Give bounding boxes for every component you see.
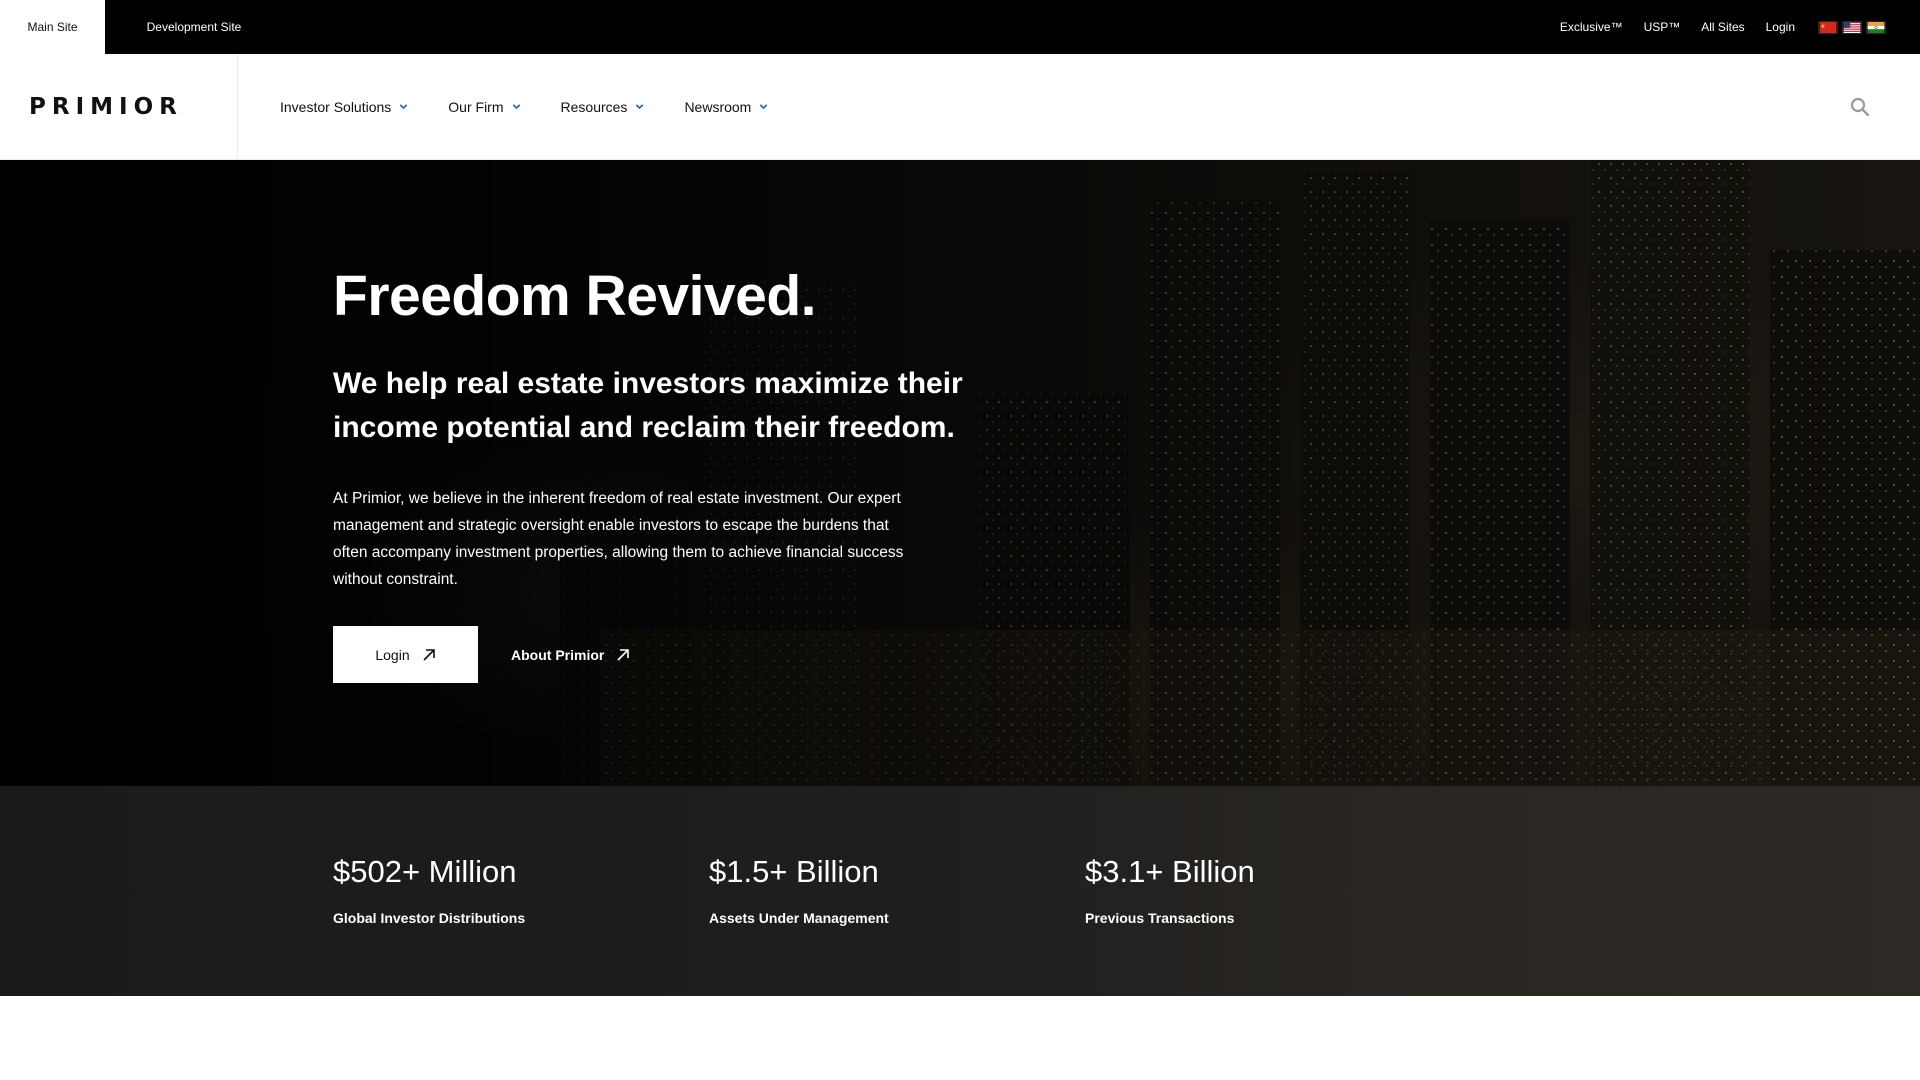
main-site-tab[interactable]: Main Site (0, 0, 105, 54)
nav-item-label: Resources (560, 98, 628, 115)
stat-label: Previous Transactions (1085, 910, 1235, 926)
chevron-down-icon (400, 104, 408, 110)
primior-logo[interactable]: PRIMIOR (0, 53, 238, 160)
chevron-down-icon (636, 104, 644, 110)
nav-item-resources[interactable]: Resources (561, 99, 645, 115)
nav-item-label: Our Firm (448, 98, 504, 115)
nav-item-label: Newsroom (684, 98, 752, 115)
china-flag-icon[interactable] (1818, 20, 1838, 34)
stat-label: Global Investor Distributions (333, 910, 526, 926)
stat-distributions: $502+ Million Global Investor Distributi… (333, 854, 525, 926)
chevron-down-icon (760, 104, 768, 110)
language-flags (1818, 20, 1886, 34)
city-skyline-background (0, 160, 1920, 786)
stat-label: Assets Under Management (709, 910, 889, 926)
development-site-tab[interactable]: Development Site (105, 0, 283, 54)
login-link[interactable]: Login (1766, 20, 1795, 34)
usa-flag-icon[interactable] (1842, 20, 1862, 34)
search-icon[interactable] (1850, 97, 1870, 117)
nav-item-newsroom[interactable]: Newsroom (684, 99, 768, 115)
hero-login-label: Login (375, 646, 410, 663)
nav-menu: Investor Solutions Our Firm Resources Ne… (280, 99, 768, 115)
chevron-down-icon (512, 104, 520, 110)
nav-item-label: Investor Solutions (280, 98, 392, 115)
about-primior-label: About Primior (511, 646, 605, 663)
arrow-up-right-icon (423, 648, 435, 661)
top-utility-bar: Main Site Development Site Exclusive™ US… (0, 0, 1920, 54)
nav-item-investor-solutions[interactable]: Investor Solutions (280, 99, 408, 115)
all-sites-link[interactable]: All Sites (1701, 20, 1744, 34)
main-navigation: PRIMIOR Investor Solutions Our Firm Reso… (0, 53, 1920, 160)
utility-links: Exclusive™ USP™ All Sites Login (1560, 0, 1920, 54)
stat-value: $502+ Million (333, 854, 517, 889)
exclusive-link[interactable]: Exclusive™ (1560, 20, 1623, 34)
stat-aum: $1.5+ Billion Assets Under Management (709, 854, 889, 926)
hero-section: Freedom Revived. We help real estate inv… (0, 160, 1920, 786)
india-flag-icon[interactable] (1866, 20, 1886, 34)
about-primior-link[interactable]: About Primior (511, 626, 630, 683)
hero-subtitle: We help real estate investors maximize t… (333, 367, 963, 444)
stat-value: $1.5+ Billion (709, 854, 879, 889)
logo-text: PRIMIOR (29, 93, 183, 120)
stat-value: $3.1+ Billion (1085, 854, 1255, 889)
usp-link[interactable]: USP™ (1644, 20, 1681, 34)
stats-section: $502+ Million Global Investor Distributi… (0, 786, 1920, 996)
nav-item-our-firm[interactable]: Our Firm (448, 99, 520, 115)
hero-login-button[interactable]: Login (333, 626, 478, 683)
arrow-up-right-icon (617, 648, 630, 661)
hero-title: Freedom Revived. (333, 264, 817, 328)
stat-transactions: $3.1+ Billion Previous Transactions (1085, 854, 1255, 926)
hero-description: At Primior, we believe in the inherent f… (333, 490, 904, 588)
